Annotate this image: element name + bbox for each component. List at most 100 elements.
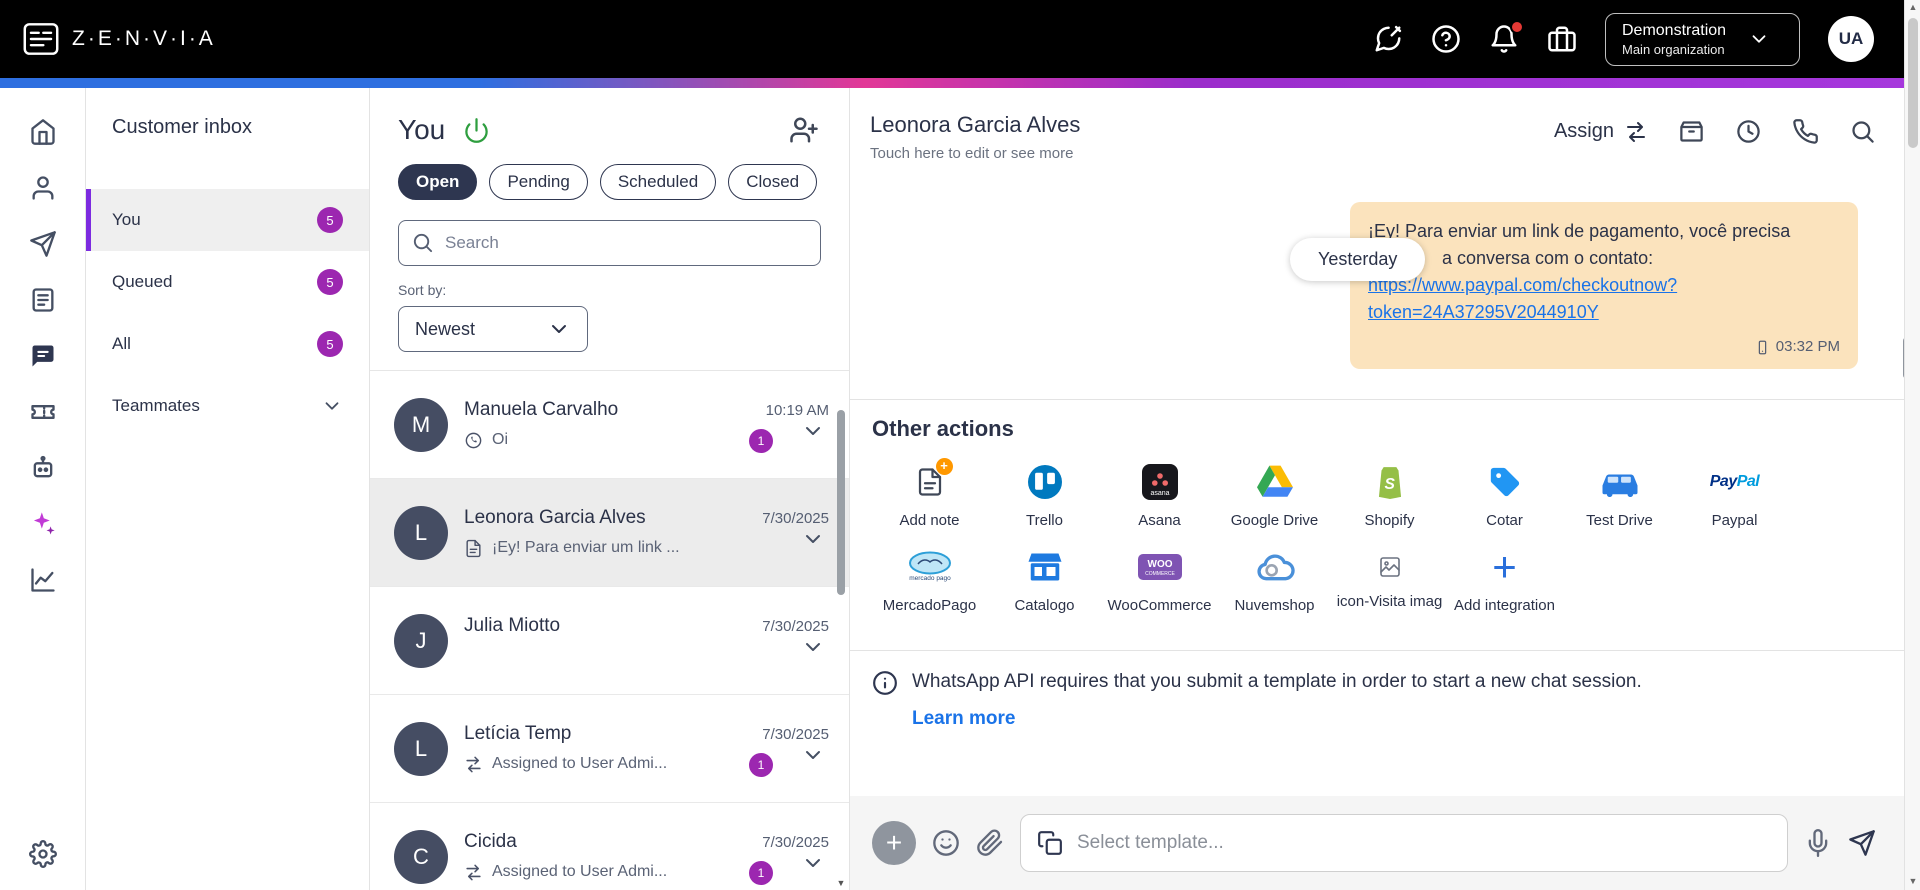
action-woocommerce[interactable]: WOO COMMERCE WooCommerce [1102, 545, 1217, 616]
conversation-time: 7/30/2025 [762, 834, 829, 851]
new-conversation-icon[interactable] [1373, 24, 1403, 54]
scroll-down-arrow[interactable]: ▼ [835, 878, 847, 888]
tickets-icon[interactable] [29, 398, 57, 426]
contact-name: Cicida [464, 831, 517, 852]
chevron-down-icon [547, 317, 571, 341]
add-note-icon: + [915, 458, 953, 504]
conversation-time: 7/30/2025 [762, 726, 829, 743]
org-switcher[interactable]: Demonstration Main organization [1605, 12, 1800, 66]
ai-sparkles-icon[interactable] [29, 510, 57, 538]
action-trello[interactable]: Trello [987, 460, 1102, 531]
conversation-row-cicida[interactable]: C Cicida 7/30/2025 Assigned to User Admi… [370, 803, 849, 890]
sidebar-item-queued[interactable]: Queued 5 [86, 251, 369, 313]
inbox-chat-icon[interactable] [29, 342, 57, 370]
send-icon[interactable] [1848, 829, 1876, 857]
workspace-icon[interactable] [1547, 24, 1577, 54]
settings-gear-icon[interactable] [28, 840, 57, 868]
home-icon[interactable] [29, 118, 57, 146]
chevron-down-icon[interactable] [801, 527, 825, 551]
tab-scheduled[interactable]: Scheduled [599, 164, 717, 200]
chevron-down-icon[interactable] [801, 419, 825, 443]
reports-icon[interactable] [29, 286, 57, 314]
notification-dot [1510, 20, 1524, 34]
other-actions-title: Other actions [872, 416, 1014, 441]
action-google-drive[interactable]: Google Drive [1217, 460, 1332, 531]
topbar: Z·E·N·V·I·A Demonstration Main organizat… [0, 0, 1920, 78]
scroll-up-arrow[interactable]: ▲ [1905, 0, 1920, 14]
phone-icon[interactable] [1792, 118, 1819, 145]
contact-name: Julia Miotto [464, 615, 561, 636]
zenvia-logo[interactable]: Z·E·N·V·I·A [22, 22, 216, 56]
user-avatar[interactable]: UA [1828, 16, 1874, 62]
action-catalogo[interactable]: Catalogo [987, 545, 1102, 616]
campaigns-icon[interactable] [29, 230, 57, 258]
contact-avatar: C [394, 829, 448, 884]
search-input[interactable] [398, 220, 821, 266]
other-actions-section: Other actions + Add note Trello asana As… [850, 400, 1920, 616]
woocommerce-icon: WOO COMMERCE [1137, 545, 1183, 589]
history-clock-icon[interactable] [1735, 118, 1762, 145]
sidebar-item-all[interactable]: All 5 [86, 313, 369, 375]
conversation-row-julia[interactable]: J Julia Miotto 7/30/2025 [370, 587, 849, 695]
list-scrollbar-thumb[interactable] [837, 410, 845, 595]
scroll-down-arrow[interactable]: ▼ [1905, 874, 1920, 888]
chat-contact-subtitle[interactable]: Touch here to edit or see more [870, 145, 1080, 162]
search-icon[interactable] [1849, 118, 1876, 145]
bot-icon[interactable] [29, 454, 57, 482]
learn-more-link[interactable]: Learn more [912, 708, 1015, 730]
whatsapp-icon [464, 431, 483, 450]
analytics-icon[interactable] [29, 566, 57, 594]
tab-closed[interactable]: Closed [728, 164, 818, 200]
page-scrollbar-thumb[interactable] [1908, 18, 1918, 148]
action-asana[interactable]: asana Asana [1102, 460, 1217, 531]
conversation-row-leonora[interactable]: L Leonora Garcia Alves 7/30/2025 ¡Ey! Pa… [370, 479, 849, 587]
action-shopify[interactable]: S Shopify [1332, 460, 1447, 531]
action-test-drive[interactable]: Test Drive [1562, 460, 1677, 531]
sidebar-item-label: Teammates [112, 396, 200, 415]
template-input-box[interactable] [1020, 814, 1788, 872]
microphone-icon[interactable] [1804, 829, 1832, 857]
action-add-note[interactable]: + Add note [872, 458, 987, 531]
unread-badge: 1 [749, 428, 773, 453]
availability-power-icon[interactable] [463, 117, 490, 144]
sidebar-item-label: You [112, 210, 141, 229]
chevron-down-icon[interactable] [801, 743, 825, 767]
action-cotar[interactable]: Cotar [1447, 460, 1562, 531]
sidebar-item-you[interactable]: You 5 [86, 189, 369, 251]
action-add-integration[interactable]: + Add integration [1447, 545, 1562, 616]
action-paypal[interactable]: PayPal Paypal [1677, 460, 1792, 531]
add-contact-icon[interactable] [789, 115, 819, 145]
chevron-down-icon[interactable] [801, 635, 825, 659]
message-timestamp: 03:32 PM [1775, 338, 1840, 355]
notifications-icon[interactable] [1489, 20, 1524, 54]
template-copy-icon[interactable] [1037, 830, 1063, 856]
chevron-down-icon[interactable] [801, 851, 825, 875]
payment-link[interactable]: https://www.paypal.com/checkoutnow? token… [1368, 272, 1840, 326]
tab-open[interactable]: Open [398, 164, 478, 200]
conversation-row-leticia[interactable]: L Letícia Temp 7/30/2025 Assigned to Use… [370, 695, 849, 803]
tab-pending[interactable]: Pending [489, 164, 588, 200]
asana-icon: asana [1141, 460, 1178, 504]
page-scrollbar[interactable]: ▲ ▼ [1904, 0, 1920, 890]
attachment-paperclip-icon[interactable] [976, 829, 1004, 857]
svg-text:S: S [1384, 476, 1395, 493]
list-scrollbar[interactable]: ▼ [835, 400, 847, 890]
mobile-phone-icon [1755, 340, 1770, 355]
conversation-row-manuela[interactable]: M Manuela Carvalho 10:19 AM Oi 1 [370, 371, 849, 479]
count-badge: 5 [317, 269, 343, 295]
help-icon[interactable] [1431, 24, 1461, 54]
inbox-sidebar: Customer inbox You 5 Queued 5 All 5 Team… [86, 88, 370, 890]
select-template-input[interactable] [1077, 832, 1771, 854]
emoji-icon[interactable] [932, 829, 960, 857]
action-visita-broken-image[interactable]: icon-Visita imag [1332, 545, 1447, 616]
message-preview: Assigned to User Admi... [492, 863, 668, 880]
action-nuvemshop[interactable]: Nuvemshop [1217, 545, 1332, 616]
sort-select[interactable]: Newest [398, 306, 588, 352]
contacts-icon[interactable] [29, 174, 57, 202]
archive-icon[interactable] [1678, 118, 1705, 145]
compose-add-button[interactable]: + [872, 821, 916, 865]
action-mercadopago[interactable]: mercado pago MercadoPago [872, 545, 987, 616]
message-text: a conversa com o contato: [1442, 248, 1654, 268]
assign-button[interactable]: Assign [1554, 120, 1648, 144]
sidebar-item-teammates[interactable]: Teammates [86, 375, 369, 437]
